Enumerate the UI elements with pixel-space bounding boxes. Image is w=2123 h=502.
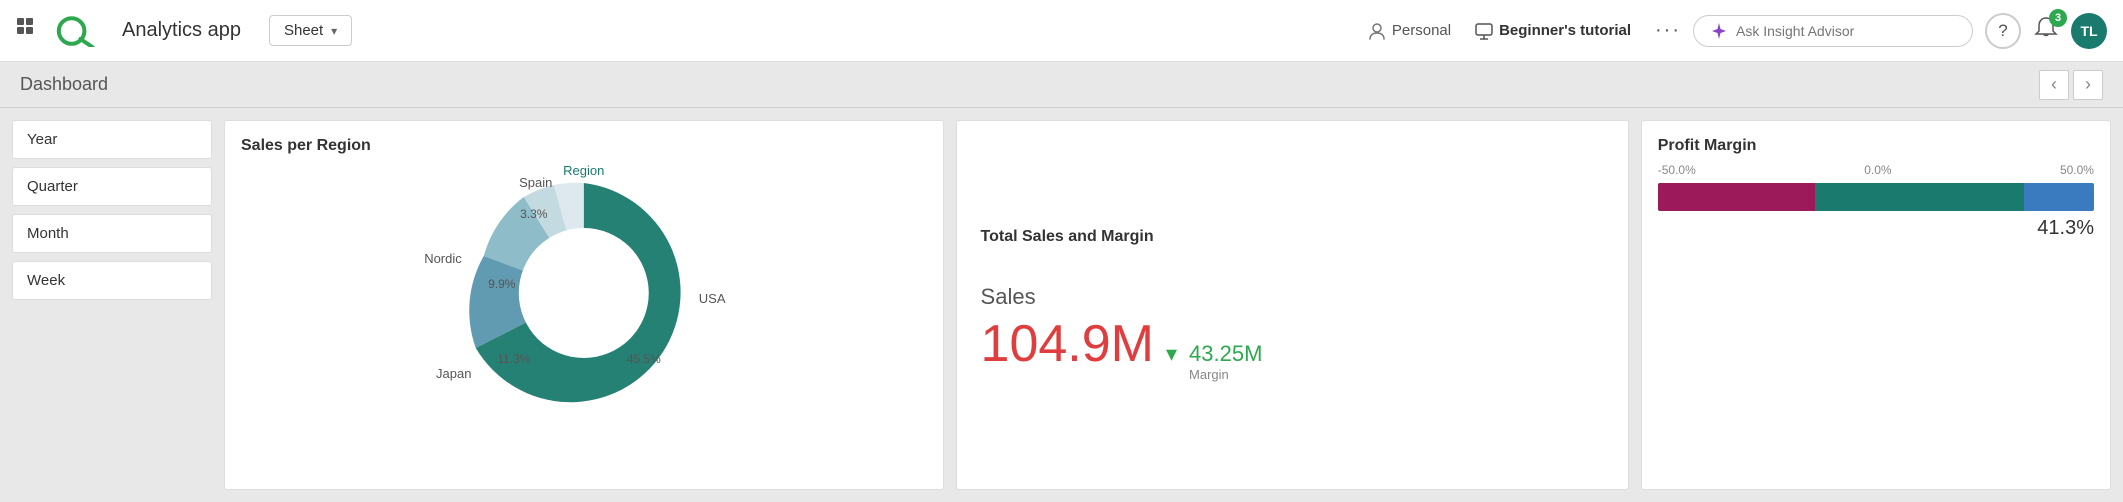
dashboard-title: Dashboard — [20, 74, 108, 95]
profit-percentage: 41.3% — [1658, 217, 2094, 240]
app-title: Analytics app — [122, 19, 241, 42]
insight-advisor-search[interactable] — [1693, 15, 1973, 47]
nav-right: ? 3 TL — [1693, 13, 2107, 49]
help-button[interactable]: ? — [1985, 13, 2021, 49]
filter-quarter[interactable]: Quarter — [12, 167, 212, 206]
svg-text:3.3%: 3.3% — [520, 207, 548, 221]
sheet-dropdown[interactable]: Sheet ▾ — [269, 15, 352, 46]
sparkle-icon — [1710, 22, 1728, 40]
user-avatar[interactable]: TL — [2071, 13, 2107, 49]
sales-label: Sales — [981, 284, 1604, 310]
sheet-label: Sheet — [284, 22, 323, 39]
sheet-navigation: ‹ › — [2039, 70, 2103, 100]
profit-axis-labels: -50.0% 0.0% 50.0% — [1658, 163, 2094, 177]
svg-text:45.5%: 45.5% — [627, 352, 661, 366]
svg-text:Spain: Spain — [519, 175, 552, 190]
insight-input[interactable] — [1736, 23, 1936, 39]
tutorial-label: Beginner's tutorial — [1499, 22, 1631, 39]
svg-text:Japan: Japan — [436, 366, 471, 381]
top-navigation: Analytics app Sheet ▾ Personal Beginner'… — [0, 0, 2123, 62]
question-icon: ? — [1998, 21, 2007, 41]
personal-label: Personal — [1392, 22, 1451, 39]
margin-container: 43.25M Margin — [1189, 341, 1262, 382]
sales-value-row: 104.9M ▾ 43.25M Margin — [981, 318, 1604, 382]
next-sheet-button[interactable]: › — [2073, 70, 2103, 100]
grid-icon[interactable] — [16, 17, 38, 45]
filter-week[interactable]: Week — [12, 261, 212, 300]
chart-profit-margin-title: Profit Margin — [1658, 137, 2094, 155]
filter-month[interactable]: Month — [12, 214, 212, 253]
svg-text:11.3%: 11.3% — [497, 352, 530, 366]
chart-total-sales: Total Sales and Margin Sales 104.9M ▾ 43… — [956, 120, 1629, 490]
svg-text:USA: USA — [699, 291, 726, 306]
chevron-down-icon: ▾ — [331, 24, 337, 38]
personal-icon — [1368, 22, 1386, 40]
margin-value: 43.25M — [1189, 341, 1262, 367]
profit-bar-magenta — [1658, 183, 1815, 211]
margin-label: Margin — [1189, 367, 1229, 382]
profit-bar-blue — [2024, 183, 2094, 211]
profit-bar — [1658, 183, 2094, 211]
filter-sidebar: Year Quarter Month Week — [12, 120, 212, 490]
svg-text:9.9%: 9.9% — [488, 277, 516, 291]
sales-trend-icon: ▾ — [1166, 341, 1177, 367]
notification-badge: 3 — [2049, 9, 2067, 27]
region-legend-label: Region — [563, 163, 604, 178]
notification-container: 3 — [2033, 15, 2059, 46]
subheader: Dashboard ‹ › — [0, 62, 2123, 108]
prev-sheet-button[interactable]: ‹ — [2039, 70, 2069, 100]
profit-axis-left: -50.0% — [1658, 163, 1696, 177]
charts-area: Sales per Region Region — [224, 120, 2111, 490]
donut-svg: USA Japan Nordic Spain 45.5% 11.3% 9.9% … — [241, 163, 927, 423]
profit-bar-teal — [1815, 183, 2024, 211]
chart-sales-region-title: Sales per Region — [241, 137, 927, 155]
tutorial-button[interactable]: Beginner's tutorial — [1475, 22, 1631, 40]
filter-year[interactable]: Year — [12, 120, 212, 159]
chart-total-sales-title: Total Sales and Margin — [981, 228, 1604, 246]
sales-big-value: 104.9M — [981, 318, 1154, 370]
donut-chart: Region USA — [241, 163, 927, 423]
chart-sales-region: Sales per Region Region — [224, 120, 944, 490]
personal-button[interactable]: Personal — [1368, 22, 1451, 40]
nav-center: Personal Beginner's tutorial ··· — [1368, 19, 1681, 42]
monitor-icon — [1475, 22, 1493, 40]
main-content: Year Quarter Month Week Sales per Region… — [0, 108, 2123, 502]
chart-profit-margin: Profit Margin -50.0% 0.0% 50.0% 41.3% — [1641, 120, 2111, 490]
qlik-logo — [54, 15, 102, 47]
more-options-button[interactable]: ··· — [1655, 19, 1681, 42]
svg-text:Nordic: Nordic — [424, 251, 462, 266]
profit-axis-center: 0.0% — [1864, 163, 1891, 177]
profit-axis-right: 50.0% — [2060, 163, 2094, 177]
